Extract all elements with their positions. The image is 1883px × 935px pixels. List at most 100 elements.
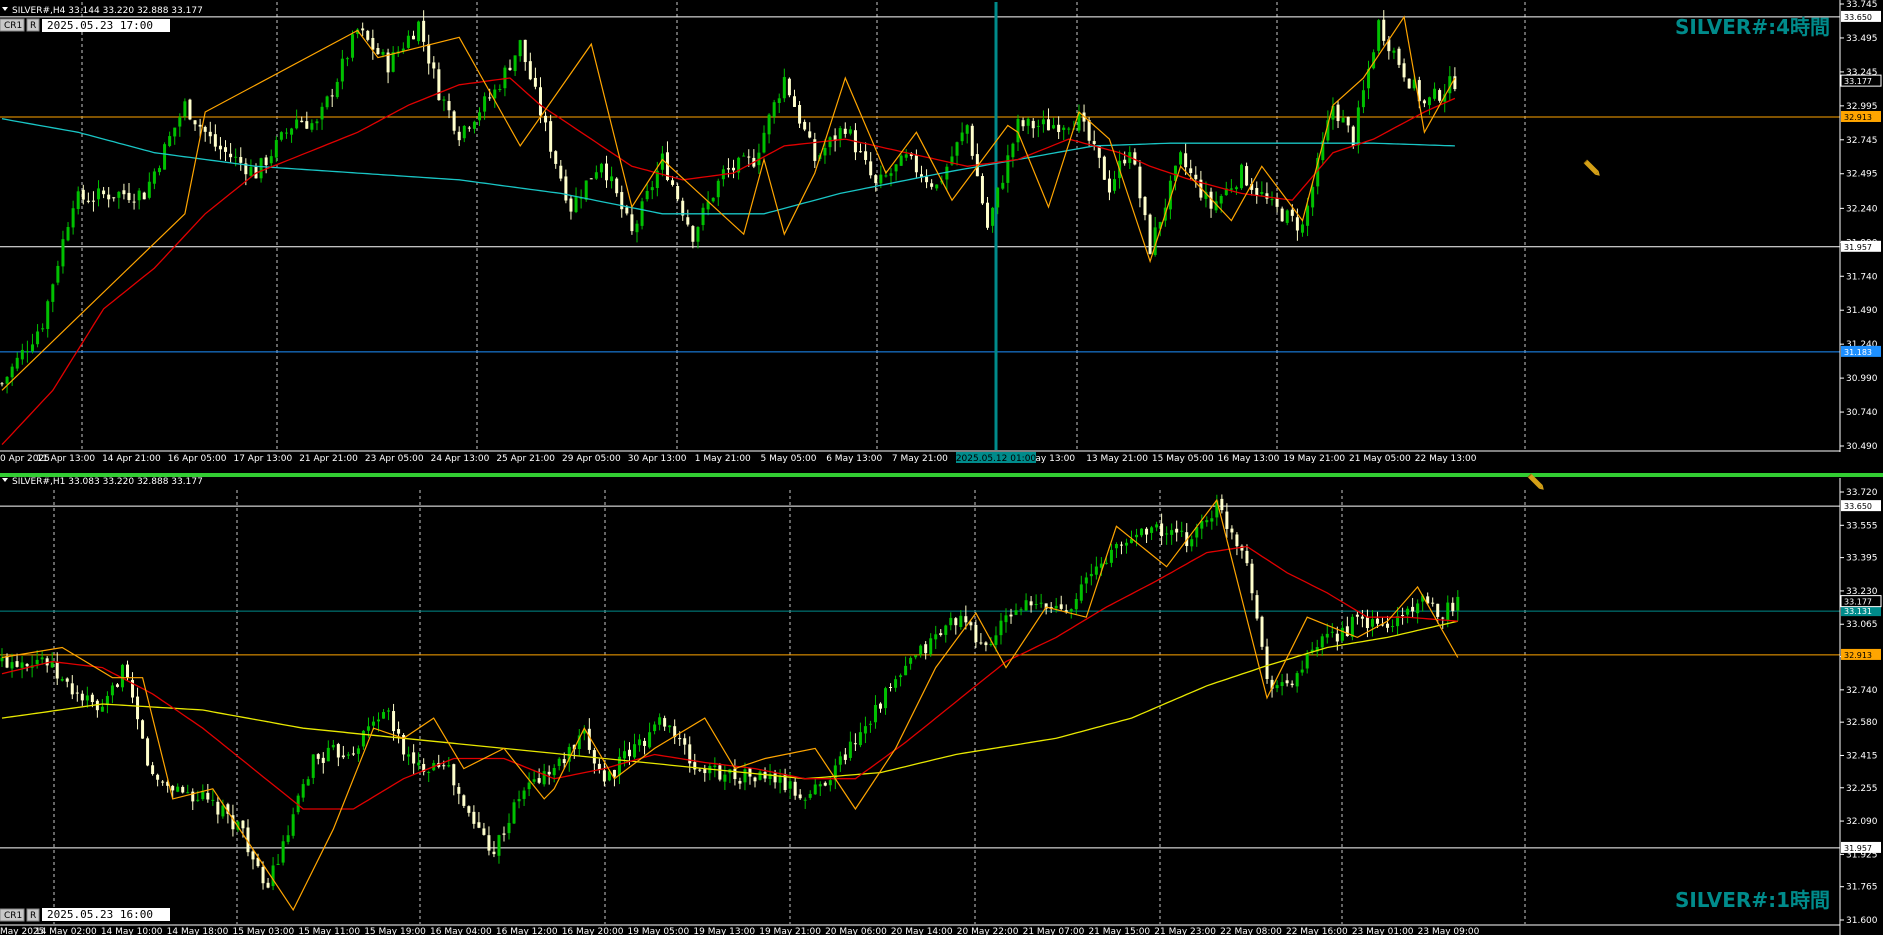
p1-candle-body — [387, 710, 391, 712]
p1-candle-body — [713, 765, 717, 767]
p0-candle-body — [20, 349, 24, 360]
p0-level-tag-label: 31.957 — [1844, 243, 1872, 252]
p0-candle-body — [340, 58, 344, 82]
p0-candle-body — [645, 191, 649, 200]
p0-candle-body — [823, 147, 827, 156]
p1-candle-body — [653, 724, 657, 732]
p0-candle-body — [1341, 117, 1345, 123]
p1-candle-body — [417, 762, 421, 766]
p1-candle-body — [1345, 626, 1349, 637]
p0-candle-body — [467, 127, 471, 129]
p0-candle-body — [417, 21, 421, 42]
p0-x-label: 13 May 21:00 — [1086, 454, 1148, 464]
p0-candle-body — [838, 128, 842, 139]
p1-candle-body — [146, 738, 150, 766]
p1-candle-body — [35, 659, 39, 665]
p1-candle-body — [1175, 528, 1179, 533]
p1-candle-body — [1441, 617, 1445, 619]
p1-candle-body — [1180, 530, 1184, 532]
p1-x-label: 23 May 01:00 — [1352, 927, 1414, 935]
p0-candle-body — [406, 35, 410, 48]
p0-candle-body — [157, 168, 161, 173]
p0-candle-body — [843, 128, 847, 134]
p1-candle-body — [999, 620, 1003, 636]
p1-candle-body — [964, 616, 968, 623]
p1-candle-body — [276, 863, 280, 865]
p1-candle-body — [1320, 636, 1324, 648]
p0-candle-body — [335, 81, 339, 98]
p1-candle-body — [628, 749, 631, 757]
p0-candle-body — [1285, 210, 1289, 223]
h1-chart[interactable]: 33.72033.55533.39533.23033.06532.90532.7… — [0, 473, 1882, 935]
p0-candle-body — [15, 357, 19, 369]
p1-candle-body — [382, 712, 386, 719]
h4-collapse-triangle-icon[interactable] — [2, 7, 8, 11]
p0-x-label: 7 May 21:00 — [892, 454, 948, 464]
h1-cr1-label: CR1 — [4, 911, 22, 921]
p1-candle-body — [1069, 609, 1073, 612]
pencil-icon[interactable] — [1583, 159, 1602, 178]
h1-collapse-triangle-icon[interactable] — [2, 478, 8, 482]
p0-candle-body — [1057, 124, 1061, 133]
p1-candle-body — [477, 822, 481, 828]
p0-candle-body — [442, 99, 446, 101]
p1-candle-body — [743, 769, 747, 783]
p1-candle-body — [939, 633, 943, 636]
p1-level-tag-label: 31.957 — [1844, 844, 1872, 853]
p1-candle-body — [1119, 544, 1123, 546]
p0-candle-body — [1001, 182, 1005, 189]
p0-candle-body — [1031, 120, 1035, 129]
p0-candle-body — [478, 112, 482, 121]
p1-candle-body — [326, 747, 330, 762]
p0-candle-body — [869, 161, 873, 176]
p1-candle-body — [909, 657, 913, 664]
p1-candle-body — [1245, 550, 1249, 564]
p1-price-tag-label: 33.177 — [1844, 598, 1872, 607]
p0-candle-body — [549, 121, 553, 152]
p0-x-label: 29 Apr 05:00 — [562, 454, 621, 464]
p1-candle-body — [733, 768, 737, 780]
p0-candle-body — [361, 28, 365, 31]
p1-x-label: 21 May 23:00 — [1154, 927, 1216, 935]
p0-candle-body — [371, 37, 375, 50]
p1-candle-body — [828, 780, 832, 786]
p0-candle-body — [798, 105, 802, 124]
p0-candle-body — [0, 383, 4, 385]
p1-candle-body — [1155, 524, 1159, 528]
p0-candle-body — [498, 89, 502, 91]
p0-candle-body — [488, 97, 492, 99]
p0-candle-body — [508, 67, 512, 71]
p0-candle-body — [513, 55, 517, 72]
h4-chart[interactable]: 33.74533.49533.24532.99532.74532.49532.2… — [0, 0, 1882, 464]
p0-candle-body — [1407, 78, 1411, 89]
p1-candle-body — [1391, 626, 1395, 628]
p0-x-label: 25 Apr 21:00 — [496, 454, 555, 464]
p1-candle-body — [512, 802, 516, 824]
p1-candle-body — [1165, 533, 1169, 535]
p0-candle-body — [188, 99, 192, 120]
h4-zigzag-line — [1, 15, 1456, 391]
p0-candle-body — [914, 155, 918, 173]
p1-candle-body — [1170, 530, 1174, 535]
p1-candle-body — [643, 740, 647, 746]
p0-candle-body — [234, 156, 238, 158]
p0-y-tick-label: 30.490 — [1846, 442, 1878, 452]
p0-candle-body — [1265, 193, 1269, 199]
p1-candle-body — [924, 644, 928, 654]
p1-candle-body — [949, 617, 953, 626]
p1-candle-body — [1029, 601, 1033, 606]
p1-candle-body — [1019, 609, 1023, 611]
p0-candle-body — [218, 145, 222, 150]
p1-candle-body — [286, 835, 290, 842]
trading-charts[interactable]: 33.74533.49533.24532.99532.74532.49532.2… — [0, 0, 1883, 935]
p1-candle-body — [1446, 602, 1450, 621]
p1-candle-body — [341, 755, 345, 758]
p0-x-label: 14 Apr 21:00 — [102, 454, 161, 464]
p0-candle-body — [625, 207, 629, 214]
p1-x-label: 20 May 22:00 — [957, 927, 1019, 935]
p1-candle-body — [698, 769, 702, 771]
h1-grid — [53, 490, 1526, 924]
p1-candle-body — [5, 656, 9, 668]
p0-candle-body — [986, 202, 990, 228]
p1-candle-body — [1401, 615, 1405, 617]
